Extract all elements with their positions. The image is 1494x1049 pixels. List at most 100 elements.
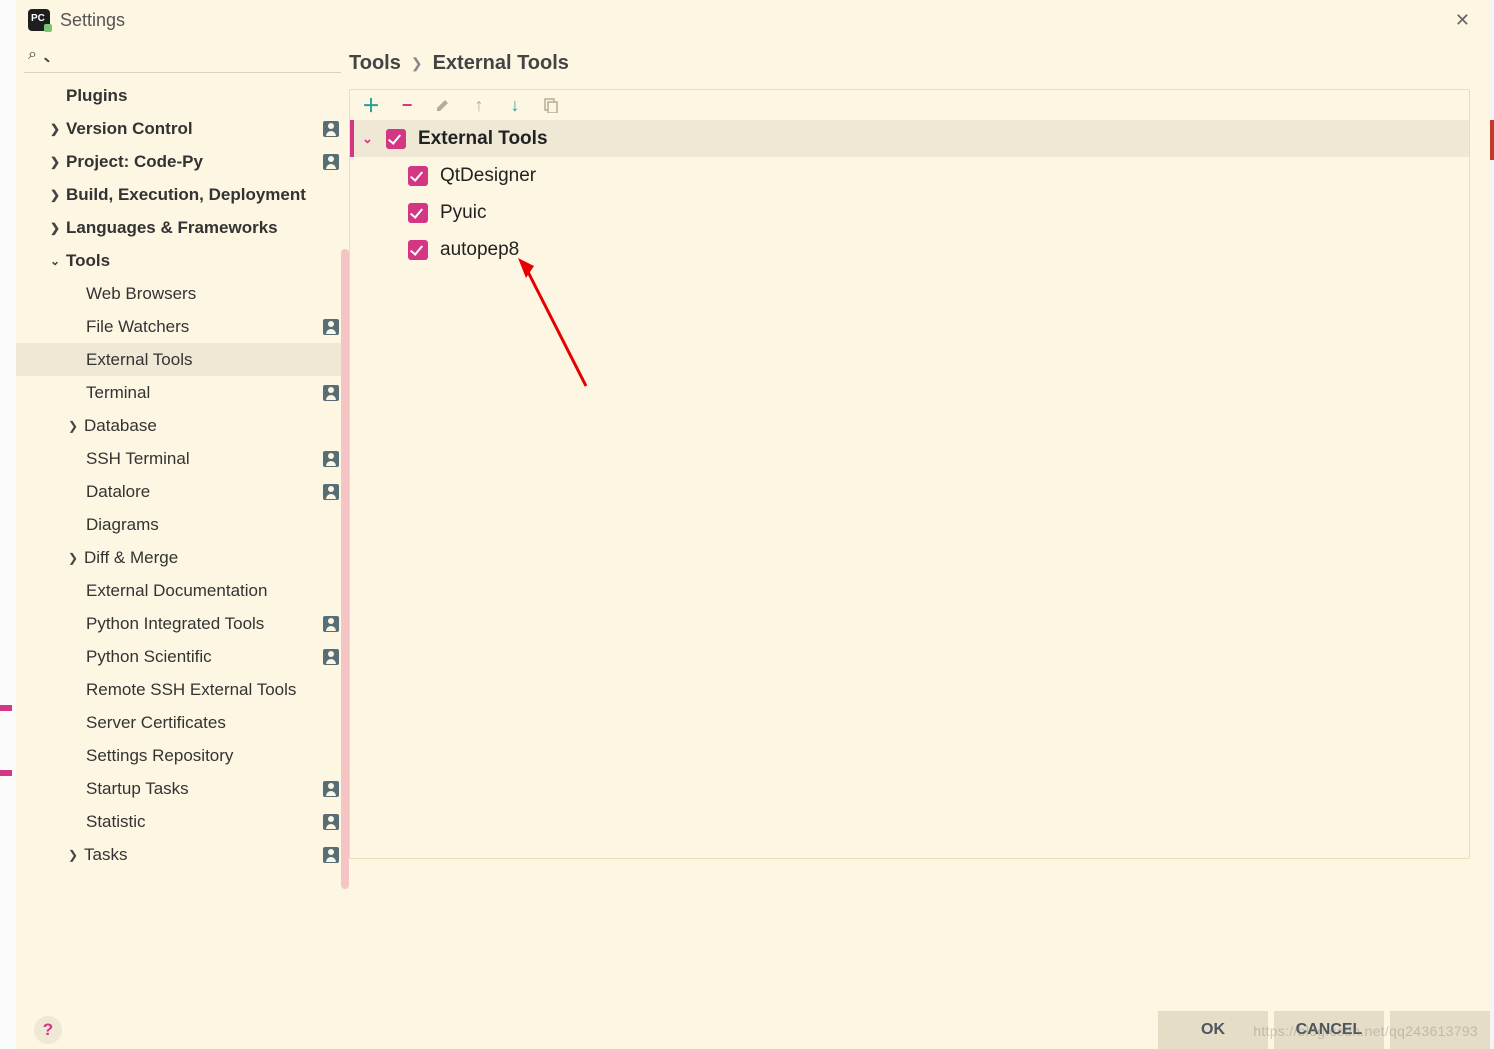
tree-label: Build, Execution, Deployment xyxy=(66,185,339,205)
tree-label: File Watchers xyxy=(86,317,323,337)
profile-scope-icon xyxy=(323,781,339,797)
titlebar: Settings ✕ xyxy=(16,0,1490,40)
tree-item-external-tools[interactable]: External Tools xyxy=(16,343,349,376)
window-title: Settings xyxy=(60,10,125,31)
tool-item-row[interactable]: QtDesigner xyxy=(350,157,1469,194)
tree-label: Datalore xyxy=(86,482,323,502)
tree-item-languages[interactable]: ❯ Languages & Frameworks xyxy=(16,211,349,244)
edge-mark xyxy=(0,705,12,711)
watermark-text: https://blog.csdn.net/qq243613793 xyxy=(1253,1023,1478,1039)
pycharm-icon xyxy=(28,9,50,31)
chevron-right-icon: ❯ xyxy=(48,155,62,169)
chevron-down-icon: ⌄ xyxy=(48,254,62,268)
profile-scope-icon xyxy=(323,451,339,467)
tool-group-row[interactable]: ⌄ External Tools xyxy=(350,120,1469,157)
settings-dialog: Settings ✕ ⌕ Plugins ❯ Version Control ❯ xyxy=(16,0,1490,1049)
tree-item-settings-repository[interactable]: Settings Repository xyxy=(16,739,349,772)
profile-scope-icon xyxy=(323,649,339,665)
tree-item-diff-merge[interactable]: ❯ Diff & Merge xyxy=(16,541,349,574)
search-field[interactable]: ⌕ xyxy=(16,40,349,70)
tree-label: Languages & Frameworks xyxy=(66,218,339,238)
settings-sidebar: ⌕ Plugins ❯ Version Control ❯ Project: C… xyxy=(16,40,349,1001)
add-button[interactable]: ＋ xyxy=(362,96,380,114)
tree-label: Statistic xyxy=(86,812,323,832)
chevron-right-icon: ❯ xyxy=(66,848,80,862)
profile-scope-icon xyxy=(323,385,339,401)
ok-button[interactable]: OK xyxy=(1158,1011,1268,1049)
tree-label: Remote SSH External Tools xyxy=(86,680,339,700)
edge-mark xyxy=(0,770,12,776)
tool-label: QtDesigner xyxy=(440,165,536,187)
search-icon: ⌕ xyxy=(28,46,37,63)
tools-list[interactable]: ⌄ External Tools QtDesigner Pyuic xyxy=(350,120,1469,858)
separator xyxy=(24,72,341,73)
help-button[interactable]: ? xyxy=(34,1016,62,1044)
tree-label: Python Integrated Tools xyxy=(86,614,323,634)
chevron-right-icon: ❯ xyxy=(48,221,62,235)
tree-item-database[interactable]: ❯ Database xyxy=(16,409,349,442)
window-left-edge xyxy=(0,0,16,1049)
tree-item-terminal[interactable]: Terminal xyxy=(16,376,349,409)
tree-label: Diff & Merge xyxy=(84,548,339,568)
tree-item-web-browsers[interactable]: Web Browsers xyxy=(16,277,349,310)
close-button[interactable]: ✕ xyxy=(1447,6,1478,35)
settings-tree[interactable]: Plugins ❯ Version Control ❯ Project: Cod… xyxy=(16,79,349,1001)
tree-item-project[interactable]: ❯ Project: Code-Py xyxy=(16,145,349,178)
copy-button[interactable] xyxy=(542,96,560,114)
tree-item-file-watchers[interactable]: File Watchers xyxy=(16,310,349,343)
tool-item-row[interactable]: Pyuic xyxy=(350,194,1469,231)
tree-label: Diagrams xyxy=(86,515,339,535)
profile-scope-icon xyxy=(323,847,339,863)
breadcrumb: Tools ❯ External Tools xyxy=(349,52,1490,89)
tree-label: Server Certificates xyxy=(86,713,339,733)
profile-scope-icon xyxy=(323,154,339,170)
tool-label: Pyuic xyxy=(440,202,486,224)
tree-item-tools[interactable]: ⌄ Tools xyxy=(16,244,349,277)
toolbar: ＋ − ↑ ↓ xyxy=(350,90,1469,120)
tree-label: Tools xyxy=(66,251,339,271)
tool-label: autopep8 xyxy=(440,239,519,261)
tree-label: Settings Repository xyxy=(86,746,339,766)
tool-item-row[interactable]: autopep8 xyxy=(350,231,1469,268)
external-tools-panel: ＋ − ↑ ↓ ⌄ External Tools xyxy=(349,89,1470,859)
chevron-down-icon[interactable]: ⌄ xyxy=(362,131,378,147)
profile-scope-icon xyxy=(323,814,339,830)
edit-button[interactable] xyxy=(434,96,452,114)
tree-item-diagrams[interactable]: Diagrams xyxy=(16,508,349,541)
tree-item-plugins[interactable]: Plugins xyxy=(16,79,349,112)
chevron-right-icon: ❯ xyxy=(66,551,80,565)
profile-scope-icon xyxy=(323,319,339,335)
tree-label: Python Scientific xyxy=(86,647,323,667)
tree-item-startup-tasks[interactable]: Startup Tasks xyxy=(16,772,349,805)
tree-item-statistic[interactable]: Statistic xyxy=(16,805,349,838)
checkbox-checked[interactable] xyxy=(408,203,428,223)
scrollbar-thumb[interactable] xyxy=(341,249,349,889)
tree-item-tasks[interactable]: ❯ Tasks xyxy=(16,838,349,871)
help-icon: ? xyxy=(43,1020,53,1040)
breadcrumb-root[interactable]: Tools xyxy=(349,52,401,75)
tree-item-python-scientific[interactable]: Python Scientific xyxy=(16,640,349,673)
chevron-right-icon: ❯ xyxy=(66,419,80,433)
profile-scope-icon xyxy=(323,616,339,632)
checkbox-checked[interactable] xyxy=(386,129,406,149)
move-down-button[interactable]: ↓ xyxy=(506,96,524,114)
tree-item-version-control[interactable]: ❯ Version Control xyxy=(16,112,349,145)
tree-label: Database xyxy=(84,416,339,436)
tree-item-external-docs[interactable]: External Documentation xyxy=(16,574,349,607)
tree-item-datalore[interactable]: Datalore xyxy=(16,475,349,508)
checkbox-checked[interactable] xyxy=(408,240,428,260)
group-label: External Tools xyxy=(418,128,548,150)
tree-item-ssh-terminal[interactable]: SSH Terminal xyxy=(16,442,349,475)
remove-button[interactable]: − xyxy=(398,96,416,114)
move-up-button[interactable]: ↑ xyxy=(470,96,488,114)
profile-scope-icon xyxy=(323,484,339,500)
checkbox-checked[interactable] xyxy=(408,166,428,186)
tree-item-server-certificates[interactable]: Server Certificates xyxy=(16,706,349,739)
tree-item-remote-ssh[interactable]: Remote SSH External Tools xyxy=(16,673,349,706)
tree-label: Tasks xyxy=(84,845,323,865)
chevron-right-icon: ❯ xyxy=(48,122,62,136)
tree-item-build[interactable]: ❯ Build, Execution, Deployment xyxy=(16,178,349,211)
tree-item-python-integrated[interactable]: Python Integrated Tools xyxy=(16,607,349,640)
tree-label: SSH Terminal xyxy=(86,449,323,469)
tree-label: Terminal xyxy=(86,383,323,403)
